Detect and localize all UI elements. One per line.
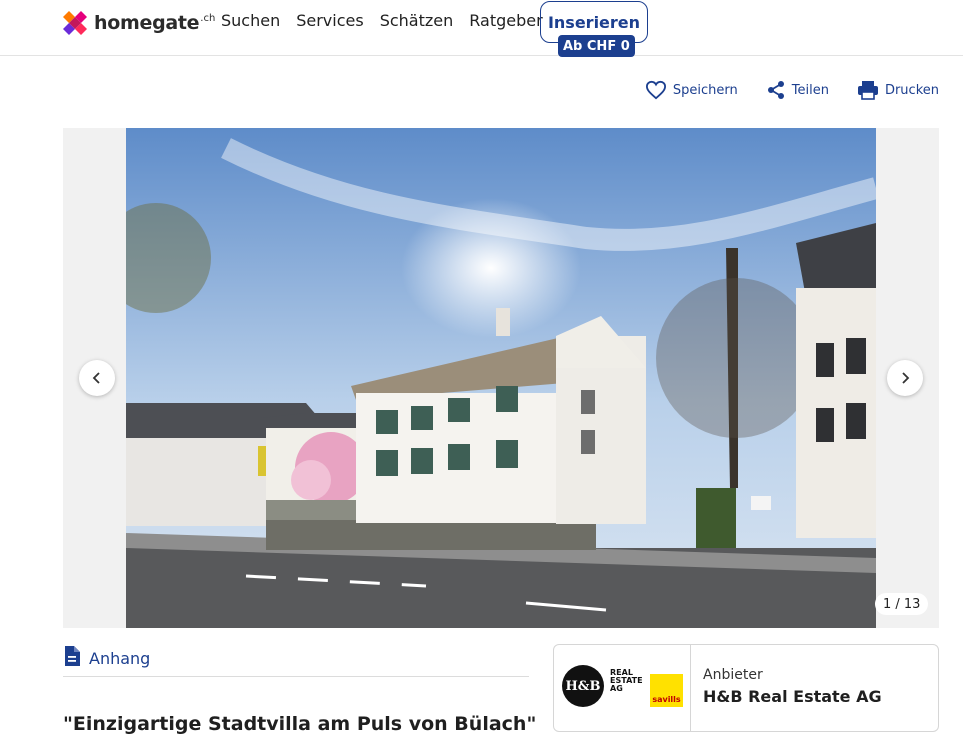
section-divider [63, 676, 529, 677]
hb-logo-mark: H&B [562, 665, 604, 707]
attachment-link[interactable]: Anhang [63, 645, 150, 671]
main-nav: Suchen Services Schätzen Ratgeber [221, 11, 543, 30]
provider-kicker: Anbieter [703, 667, 763, 683]
share-icon [766, 80, 786, 100]
printer-icon [857, 80, 879, 100]
homegate-logo[interactable]: homegate .ch [62, 9, 215, 37]
provider-card[interactable]: H&B REAL ESTATE AG savills Anbieter H&B … [553, 644, 939, 732]
site-header: homegate .ch Suchen Services Schätzen Ra… [0, 0, 963, 57]
provider-logo: H&B REAL ESTATE AG savills [554, 645, 691, 731]
save-label: Speichern [672, 82, 738, 98]
price-badge: Ab CHF 0 [558, 35, 635, 57]
image-counter: 1 / 13 [875, 593, 929, 615]
inserieren-label: Inserieren [547, 12, 641, 32]
nav-item-ratgeber[interactable]: Ratgeber [469, 11, 542, 30]
nav-item-schaetzen[interactable]: Schätzen [380, 11, 454, 30]
logo-tld: .ch [200, 12, 216, 24]
listing-actions: Speichern Teilen Drucken [645, 80, 939, 100]
print-button[interactable]: Drucken [857, 80, 939, 100]
logo-text: homegate [94, 12, 200, 34]
savills-logo: savills [650, 674, 683, 707]
provider-name[interactable]: H&B Real Estate AG [703, 687, 882, 706]
share-label: Teilen [791, 82, 829, 98]
heart-icon [645, 80, 667, 100]
nav-item-suchen[interactable]: Suchen [221, 11, 280, 30]
image-gallery[interactable]: 1 / 13 [63, 128, 939, 628]
save-button[interactable]: Speichern [645, 80, 738, 100]
property-photo [126, 128, 876, 628]
listing-title: "Einzigartige Stadtvilla am Puls von Bül… [63, 713, 537, 735]
document-icon [63, 645, 81, 671]
chevron-right-icon [899, 369, 911, 388]
previous-image-button[interactable] [79, 360, 115, 396]
attachment-label: Anhang [89, 648, 151, 668]
hb-logo-text: REAL ESTATE AG [610, 668, 643, 693]
savills-logo-text: savills [652, 695, 681, 704]
logo-mark-icon [62, 10, 88, 36]
print-label: Drucken [884, 82, 939, 98]
share-button[interactable]: Teilen [766, 80, 829, 100]
nav-item-services[interactable]: Services [296, 11, 363, 30]
next-image-button[interactable] [887, 360, 923, 396]
provider-info: Anbieter H&B Real Estate AG [691, 645, 882, 731]
chevron-left-icon [91, 369, 103, 388]
